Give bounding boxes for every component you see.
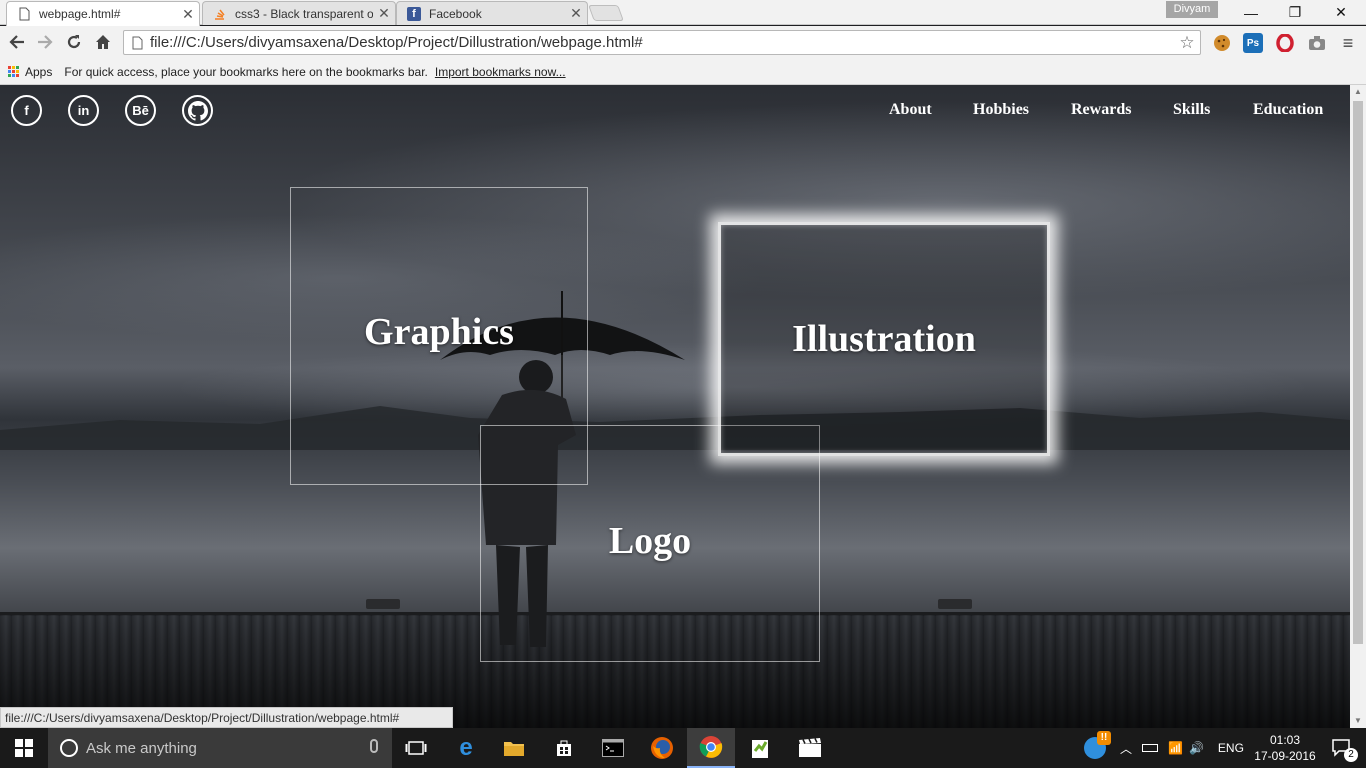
battery-icon[interactable] <box>1142 744 1159 752</box>
microphone-icon[interactable] <box>370 739 378 753</box>
cortana-search-box[interactable]: Ask me anything <box>48 728 392 768</box>
scroll-up-icon[interactable]: ▲ <box>1350 85 1366 99</box>
dock-bollard <box>938 599 972 609</box>
page-icon <box>124 36 150 50</box>
stackoverflow-icon <box>213 7 227 21</box>
illustration-card[interactable]: Illustration <box>718 222 1050 456</box>
address-bar[interactable]: ☆ <box>123 30 1201 55</box>
address-input[interactable] <box>150 34 1174 51</box>
facebook-icon: f <box>407 6 421 21</box>
facebook-icon[interactable]: f <box>11 95 42 126</box>
close-tab-icon[interactable]: ✕ <box>565 5 587 22</box>
windows-taskbar: Ask me anything e !! ︿ 📶 🔊 ENG 01:03 17-… <box>0 728 1366 768</box>
page-icon <box>17 7 31 21</box>
movie-maker-icon[interactable] <box>786 728 834 768</box>
bookmark-star-icon[interactable]: ☆ <box>1174 33 1200 53</box>
back-icon[interactable] <box>5 30 29 54</box>
bookmarks-bar: Apps For quick access, place your bookma… <box>0 59 1366 85</box>
clock[interactable]: 01:03 17-09-2016 <box>1250 732 1320 764</box>
photoshop-icon[interactable]: Ps <box>1243 33 1263 53</box>
chrome-icon[interactable] <box>687 728 735 768</box>
illustration-label: Illustration <box>792 318 976 360</box>
scrollbar-thumb[interactable] <box>1353 101 1363 644</box>
bookmarks-hint: For quick access, place your bookmarks h… <box>64 64 428 79</box>
nav-hobbies[interactable]: Hobbies <box>973 101 1029 119</box>
camera-icon[interactable] <box>1307 33 1327 53</box>
nav-about[interactable]: About <box>889 101 932 119</box>
cookie-icon[interactable] <box>1212 33 1232 53</box>
close-tab-icon[interactable]: ✕ <box>177 6 199 23</box>
tab-css3[interactable]: css3 - Black transparent o ✕ <box>202 1 396 25</box>
logo-label: Logo <box>608 520 692 562</box>
scroll-down-icon[interactable]: ▼ <box>1350 714 1366 728</box>
nav-skills[interactable]: Skills <box>1173 101 1210 119</box>
system-tray: !! ︿ 📶 🔊 ENG <box>1084 728 1244 768</box>
menu-icon[interactable]: ≡ <box>1338 33 1358 53</box>
tab-webpage[interactable]: webpage.html# ✕ <box>6 1 200 26</box>
apps-grid-icon[interactable] <box>8 66 19 77</box>
forward-icon[interactable] <box>33 30 57 54</box>
graphics-label: Graphics <box>364 311 514 353</box>
page-scrollbar[interactable]: ▲ ▼ <box>1350 85 1366 728</box>
status-url-bubble: file:///C:/Users/divyamsaxena/Desktop/Pr… <box>0 707 453 728</box>
page-viewport: f in Bē About Hobbies Rewards Skills Edu… <box>0 85 1350 728</box>
linkedin-icon[interactable]: in <box>68 95 99 126</box>
windows-start-icon[interactable] <box>0 728 48 768</box>
cortana-icon <box>60 739 78 757</box>
reload-icon[interactable] <box>62 30 86 54</box>
search-placeholder: Ask me anything <box>86 739 197 757</box>
chevron-up-icon[interactable]: ︿ <box>1120 740 1132 757</box>
import-bookmarks-link[interactable]: Import bookmarks now... <box>435 65 566 79</box>
update-notifier-icon[interactable]: !! <box>1084 731 1111 759</box>
tab-facebook[interactable]: f Facebook ✕ <box>396 1 588 25</box>
home-icon[interactable] <box>91 30 115 54</box>
browser-toolbar: ☆ Ps ≡ <box>0 26 1366 59</box>
close-window-icon[interactable]: ✕ <box>1318 0 1364 25</box>
profile-button[interactable]: Divyam <box>1166 1 1218 18</box>
minimize-icon[interactable]: — <box>1228 0 1274 25</box>
close-tab-icon[interactable]: ✕ <box>373 5 395 22</box>
language-indicator[interactable]: ENG <box>1218 741 1244 755</box>
opera-icon[interactable] <box>1275 33 1295 53</box>
tab-title: css3 - Black transparent o <box>235 6 373 21</box>
command-prompt-icon[interactable] <box>589 728 637 768</box>
task-view-icon[interactable] <box>392 728 440 768</box>
store-icon[interactable] <box>540 728 588 768</box>
action-center-icon[interactable]: 2 <box>1318 728 1366 768</box>
tab-title: webpage.html# <box>39 7 121 21</box>
file-explorer-icon[interactable] <box>490 728 538 768</box>
firefox-icon[interactable] <box>638 728 686 768</box>
apps-shortcut[interactable]: Apps <box>25 65 52 79</box>
edge-browser-icon[interactable]: e <box>442 728 490 768</box>
notepad-plus-icon[interactable] <box>736 728 784 768</box>
restore-icon[interactable]: ❐ <box>1272 0 1318 25</box>
notification-count-badge: 2 <box>1344 748 1358 762</box>
wifi-icon[interactable]: 📶 <box>1168 741 1183 755</box>
nav-rewards[interactable]: Rewards <box>1071 101 1131 119</box>
dock-bollard <box>366 599 400 609</box>
clock-time: 01:03 <box>1269 733 1301 747</box>
tab-title: Facebook <box>429 6 482 21</box>
github-icon[interactable] <box>182 95 213 126</box>
clock-date: 17-09-2016 <box>1254 749 1316 763</box>
tab-strip: webpage.html# ✕ css3 - Black transparent… <box>0 0 1366 26</box>
new-tab-button[interactable] <box>588 5 624 21</box>
behance-icon[interactable]: Bē <box>125 95 156 126</box>
volume-icon[interactable]: 🔊 <box>1189 741 1204 755</box>
nav-education[interactable]: Education <box>1253 101 1323 119</box>
logo-card[interactable]: Logo <box>480 425 820 662</box>
